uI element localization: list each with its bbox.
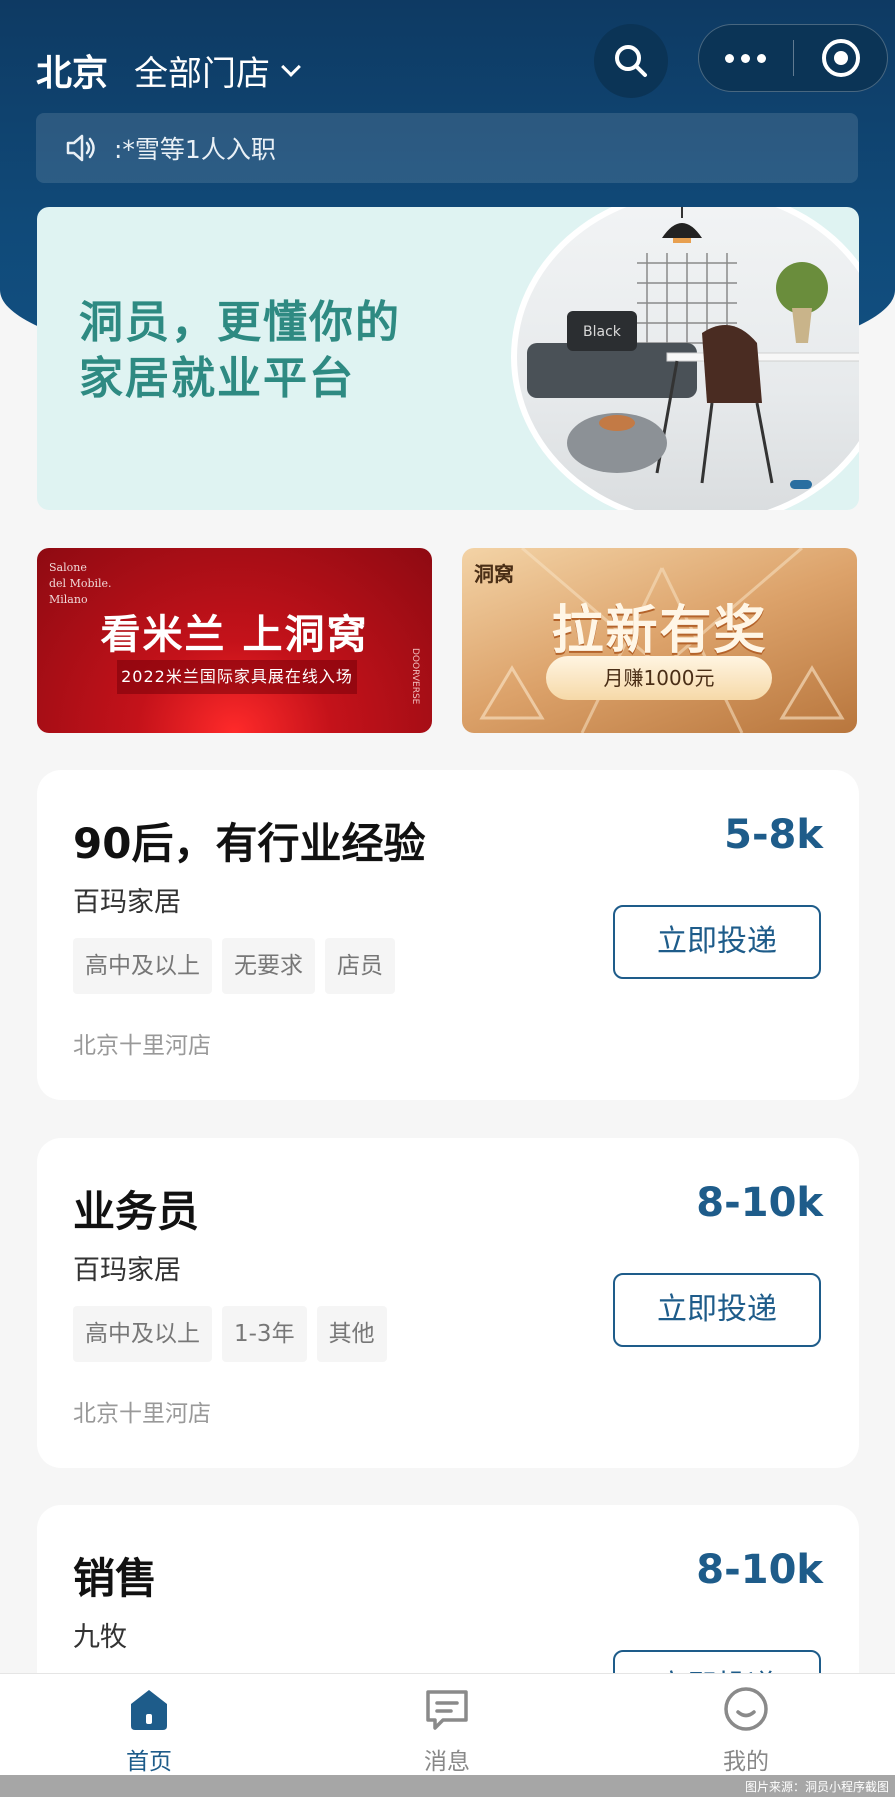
carousel-indicator[interactable] bbox=[790, 480, 812, 489]
speaker-icon bbox=[66, 134, 95, 162]
milano-logo-text: Salone del Mobile. Milano bbox=[49, 561, 112, 606]
city-selector[interactable]: 北京 bbox=[36, 44, 108, 96]
job-tag: 高中及以上 bbox=[73, 938, 212, 994]
target-icon bbox=[821, 39, 860, 77]
notice-text: :*雪等1人入职 bbox=[114, 135, 276, 164]
job-title: 90后，有行业经验 bbox=[73, 819, 426, 868]
job-tag: 无要求 bbox=[222, 938, 315, 994]
apply-button[interactable]: 立即投递 bbox=[613, 1273, 821, 1347]
job-location: 北京十里河店 bbox=[73, 1401, 211, 1427]
source-caption: 图片来源：洞员小程序截图 bbox=[744, 1780, 889, 1794]
bottom-tab-bar: 首页 消息 我的 bbox=[0, 1673, 895, 1775]
promo-banner-milano[interactable]: Salone del Mobile. Milano 看米兰 上洞窝 2022米兰… bbox=[37, 548, 432, 733]
job-salary: 5-8k bbox=[724, 812, 823, 858]
tab-home-label: 首页 bbox=[126, 1749, 172, 1775]
notice-bar[interactable]: :*雪等1人入职 bbox=[36, 113, 858, 183]
job-tags: 高中及以上 1-3年 其他 bbox=[73, 1306, 387, 1362]
furniture-illustration: Black bbox=[527, 207, 859, 484]
doorverse-logo: 洞窝 bbox=[474, 562, 514, 586]
promo-banner-referral[interactable]: 洞窝 拉新有奖 月赚1000元 bbox=[462, 548, 857, 733]
store-filter[interactable]: 全部门店 bbox=[134, 46, 301, 95]
job-tag: 其他 bbox=[316, 1306, 387, 1362]
hero-banner[interactable]: 洞员，更懂你的 家居就业平台 Black bbox=[37, 207, 859, 510]
banner-photo: Black bbox=[511, 207, 859, 510]
tab-me-label: 我的 bbox=[723, 1749, 769, 1775]
tab-messages-label: 消息 bbox=[424, 1749, 470, 1775]
close-miniprogram-button[interactable] bbox=[794, 39, 887, 77]
svg-text:Black: Black bbox=[583, 324, 622, 340]
job-company: 百玛家居 bbox=[73, 1255, 181, 1286]
job-tag: 店员 bbox=[325, 938, 395, 994]
search-button[interactable] bbox=[594, 24, 668, 98]
job-title: 业务员 bbox=[73, 1187, 200, 1236]
top-bar: 北京 全部门店 bbox=[0, 0, 895, 110]
tab-messages[interactable]: 消息 bbox=[387, 1686, 507, 1776]
job-title: 销售 bbox=[73, 1554, 158, 1603]
job-company: 九牧 bbox=[73, 1622, 127, 1653]
promo-milano-subtitle: 2022米兰国际家具展在线入场 bbox=[117, 660, 357, 694]
promo-milano-vertical-text: DOORVERSE bbox=[410, 648, 420, 705]
message-icon bbox=[426, 1690, 468, 1730]
job-location: 北京十里河店 bbox=[73, 1033, 211, 1059]
profile-icon bbox=[724, 1687, 768, 1731]
search-icon bbox=[615, 45, 647, 77]
job-card[interactable]: 90后，有行业经验 5-8k 百玛家居 高中及以上 无要求 店员 北京十里河店 … bbox=[37, 770, 859, 1100]
promo-referral-pill: 月赚1000元 bbox=[546, 656, 772, 700]
job-tag: 高中及以上 bbox=[73, 1306, 212, 1362]
job-tags: 高中及以上 无要求 店员 bbox=[73, 938, 395, 994]
source-caption-bar: 图片来源：洞员小程序截图 bbox=[0, 1775, 895, 1797]
job-salary: 8-10k bbox=[696, 1547, 823, 1593]
apply-button[interactable]: 立即投递 bbox=[613, 905, 821, 979]
home-icon bbox=[131, 1690, 167, 1730]
chevron-down-icon bbox=[281, 56, 301, 77]
more-button[interactable] bbox=[699, 53, 793, 63]
job-company: 百玛家居 bbox=[73, 887, 181, 918]
banner-title: 洞员，更懂你的 家居就业平台 bbox=[79, 297, 401, 404]
job-salary: 8-10k bbox=[696, 1180, 823, 1226]
tab-home[interactable]: 首页 bbox=[89, 1686, 209, 1776]
tab-me[interactable]: 我的 bbox=[686, 1686, 806, 1776]
store-filter-label: 全部门店 bbox=[134, 54, 270, 94]
promo-referral-title: 拉新有奖 bbox=[551, 601, 768, 661]
miniprogram-capsule bbox=[698, 24, 888, 92]
job-card[interactable]: 业务员 8-10k 百玛家居 高中及以上 1-3年 其他 北京十里河店 立即投递 bbox=[37, 1138, 859, 1468]
promo-milano-title: 看米兰 上洞窝 bbox=[100, 612, 369, 658]
job-tag: 1-3年 bbox=[222, 1306, 307, 1362]
